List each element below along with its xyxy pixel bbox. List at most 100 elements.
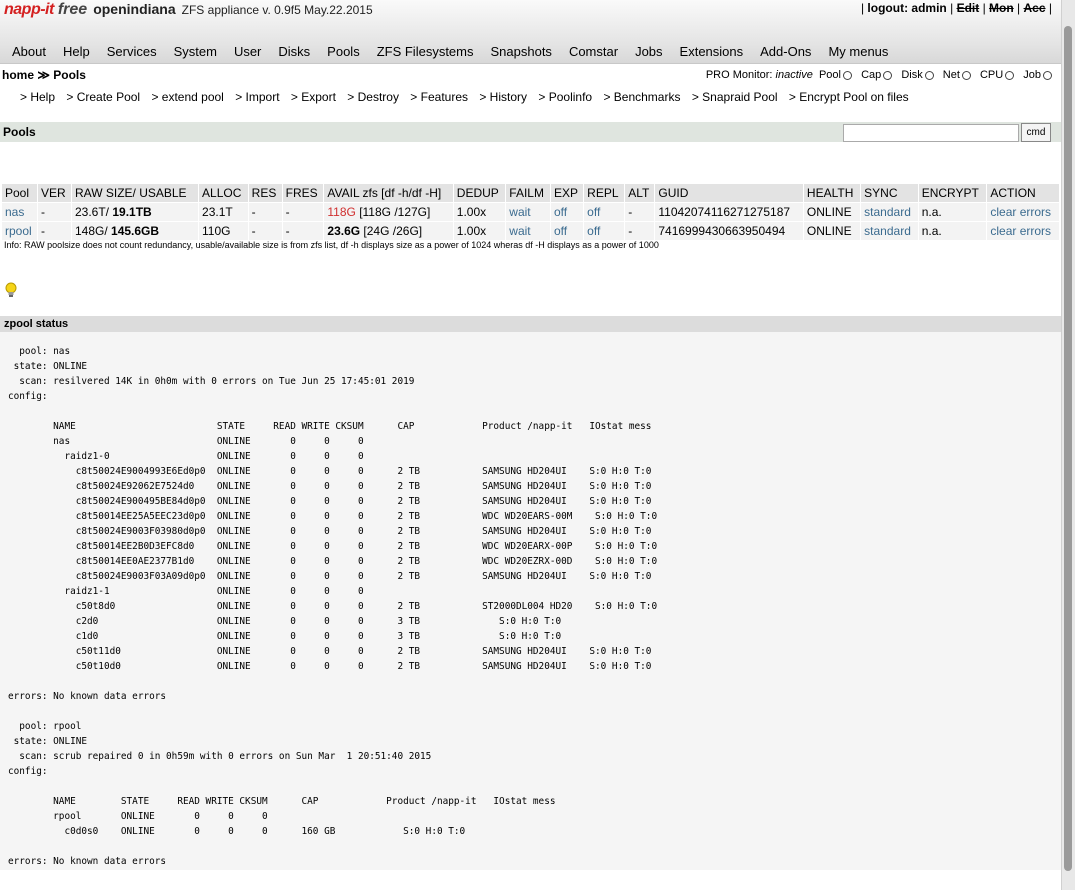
nav-user[interactable]: User bbox=[234, 44, 261, 59]
raw-size: 148G/ bbox=[74, 224, 112, 238]
radio-dot-icon[interactable] bbox=[843, 70, 852, 80]
brand-version: ZFS appliance v. 0.9f5 May.22.2015 bbox=[181, 3, 373, 17]
radio-dot-icon[interactable] bbox=[924, 70, 934, 80]
avail-df: [24G /26G] bbox=[360, 224, 423, 238]
section-title: Pools bbox=[3, 125, 36, 139]
breadcrumb[interactable]: home ≫ Pools bbox=[2, 68, 86, 82]
acc-link[interactable]: Acc bbox=[1024, 1, 1046, 15]
pool-res: - bbox=[248, 202, 283, 222]
nav-help[interactable]: Help bbox=[63, 44, 90, 59]
subnav-features[interactable]: > Features bbox=[410, 90, 468, 104]
nav-about[interactable]: About bbox=[12, 44, 46, 59]
autoreplace-link[interactable]: off bbox=[587, 224, 600, 238]
col-ver: VER bbox=[37, 184, 72, 203]
cmd-button[interactable]: cmd bbox=[1021, 123, 1051, 142]
col-health: HEALTH bbox=[803, 184, 862, 203]
cmd-input[interactable] bbox=[843, 124, 1019, 142]
monitor-cap[interactable]: Cap bbox=[861, 69, 881, 81]
subnav-import[interactable]: > Import bbox=[235, 90, 279, 104]
radio-dot-icon[interactable] bbox=[1043, 70, 1052, 80]
failmode-link[interactable]: wait bbox=[509, 205, 530, 219]
col-avail: AVAIL zfs [df -h/df -H] bbox=[323, 184, 454, 203]
col-action: ACTION bbox=[986, 184, 1060, 203]
page: napp-it free openindiana ZFS appliance v. 0… bbox=[0, 0, 1062, 870]
pool-encrypt: n.a. bbox=[918, 221, 988, 240]
scrollbar-thumb[interactable] bbox=[1064, 26, 1072, 871]
clear-errors-link[interactable]: clear errors bbox=[990, 224, 1051, 238]
col-failm: FAILM bbox=[505, 184, 551, 203]
nav-pools[interactable]: Pools bbox=[327, 44, 360, 59]
pool-guid: 7416999430663950494 bbox=[654, 221, 804, 240]
pool-alloc: 23.1T bbox=[198, 202, 249, 222]
avail-value: 23.6G bbox=[327, 224, 361, 238]
subnav-encrypt-pool[interactable]: > Encrypt Pool on files bbox=[789, 90, 909, 104]
pool-health: ONLINE bbox=[803, 221, 862, 240]
separator: | bbox=[1017, 1, 1021, 15]
nav-jobs[interactable]: Jobs bbox=[635, 44, 662, 59]
pool-ver: - bbox=[37, 221, 72, 240]
pool-fres: - bbox=[282, 221, 325, 240]
sync-link[interactable]: standard bbox=[864, 224, 911, 238]
nav-comstar[interactable]: Comstar bbox=[569, 44, 618, 59]
mon-link[interactable]: Mon bbox=[989, 1, 1014, 15]
usable-size: 19.1TB bbox=[112, 205, 152, 219]
monitor-job[interactable]: Job bbox=[1023, 69, 1041, 81]
subnav-extend-pool[interactable]: > extend pool bbox=[151, 90, 223, 104]
subnav-snapraid-pool[interactable]: > Snapraid Pool bbox=[692, 90, 778, 104]
pro-monitor: PRO Monitor: inactive Pool Cap Disk Net … bbox=[706, 69, 1058, 81]
zpool-status-output: pool: nas state: ONLINE scan: resilvered… bbox=[8, 346, 658, 867]
monitor-cpu[interactable]: CPU bbox=[980, 69, 1003, 81]
autoexpand-link[interactable]: off bbox=[554, 224, 567, 238]
subnav-help[interactable]: > Help bbox=[20, 90, 55, 104]
raw-size: 23.6T/ bbox=[74, 205, 113, 219]
pool-guid: 11042074116271275187 bbox=[654, 202, 804, 222]
nav-system[interactable]: System bbox=[174, 44, 217, 59]
nav-disks[interactable]: Disks bbox=[278, 44, 310, 59]
pool-alt: - bbox=[624, 221, 656, 240]
subnav-create-pool[interactable]: > Create Pool bbox=[66, 90, 140, 104]
pool-ver: - bbox=[37, 202, 72, 222]
nav-zfs-filesystems[interactable]: ZFS Filesystems bbox=[377, 44, 474, 59]
pool-alloc: 110G bbox=[198, 221, 249, 240]
brand-os: openindiana bbox=[93, 1, 176, 17]
lightbulb-icon[interactable] bbox=[4, 282, 18, 298]
col-repl: REPL bbox=[583, 184, 626, 203]
failmode-link[interactable]: wait bbox=[509, 224, 530, 238]
vertical-scrollbar[interactable] bbox=[1061, 0, 1075, 890]
nav-services[interactable]: Services bbox=[107, 44, 157, 59]
nav-extensions[interactable]: Extensions bbox=[680, 44, 744, 59]
nav-snapshots[interactable]: Snapshots bbox=[491, 44, 552, 59]
pool-avail: 118G [118G /127G] bbox=[323, 202, 454, 222]
monitor-pool[interactable]: Pool bbox=[819, 69, 841, 81]
col-sync: SYNC bbox=[860, 184, 919, 203]
napp-it-logo[interactable]: napp-it bbox=[4, 1, 54, 18]
col-guid: GUID bbox=[654, 184, 804, 203]
clear-errors-link[interactable]: clear errors bbox=[990, 205, 1051, 219]
section-title: zpool status bbox=[4, 318, 69, 330]
nav-my-menus[interactable]: My menus bbox=[828, 44, 888, 59]
subnav-poolinfo[interactable]: > Poolinfo bbox=[538, 90, 592, 104]
autoexpand-link[interactable]: off bbox=[554, 205, 567, 219]
breadcrumb-row: home ≫ Pools PRO Monitor: inactive Pool … bbox=[0, 64, 1062, 86]
pool-raw-size: 148G/ 145.6GB bbox=[71, 221, 200, 240]
subnav-export[interactable]: > Export bbox=[291, 90, 336, 104]
logo-free-text: free bbox=[57, 1, 88, 18]
pool-dedup: 1.00x bbox=[453, 221, 507, 240]
radio-dot-icon[interactable] bbox=[961, 70, 971, 80]
radio-dot-icon[interactable] bbox=[1005, 70, 1015, 80]
edit-link[interactable]: Edit bbox=[957, 1, 980, 15]
monitor-disk[interactable]: Disk bbox=[901, 69, 922, 81]
monitor-net[interactable]: Net bbox=[943, 69, 960, 81]
logout-link[interactable]: logout: admin bbox=[867, 1, 946, 15]
subnav-benchmarks[interactable]: > Benchmarks bbox=[603, 90, 680, 104]
subnav-history[interactable]: > History bbox=[479, 90, 527, 104]
radio-dot-icon[interactable] bbox=[883, 70, 893, 80]
autoreplace-link[interactable]: off bbox=[587, 205, 600, 219]
sync-link[interactable]: standard bbox=[864, 205, 911, 219]
header: napp-it free openindiana ZFS appliance v. 0… bbox=[0, 0, 1062, 64]
nav-add-ons[interactable]: Add-Ons bbox=[760, 44, 811, 59]
pool-name-link[interactable]: rpool bbox=[5, 224, 32, 238]
col-fres: FRES bbox=[282, 184, 325, 203]
subnav-destroy[interactable]: > Destroy bbox=[347, 90, 399, 104]
pool-name-link[interactable]: nas bbox=[5, 205, 24, 219]
